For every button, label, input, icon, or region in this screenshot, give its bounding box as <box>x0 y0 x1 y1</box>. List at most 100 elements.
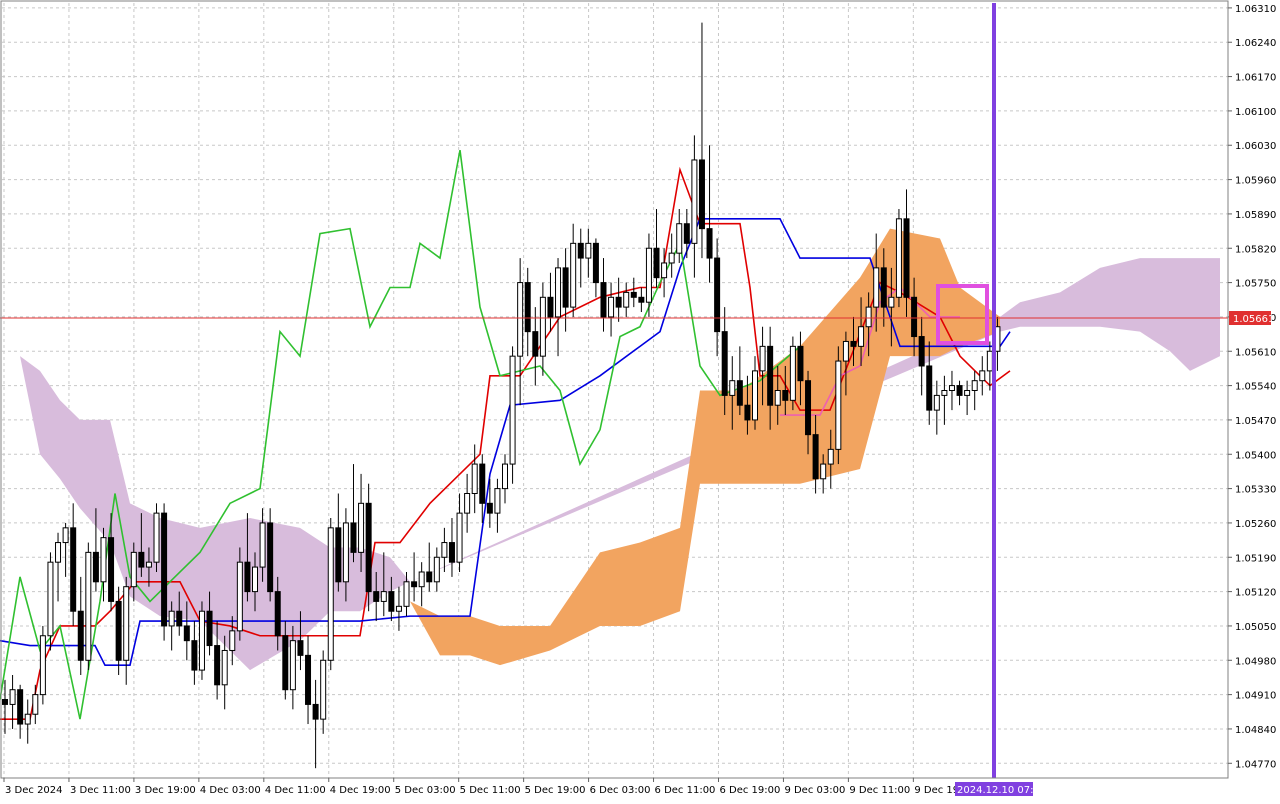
candle-body <box>570 242 577 308</box>
y-tick-label: 1.05540 <box>1235 382 1276 393</box>
cursor-time-label: 2024.12.10 07:00 <box>957 785 1046 796</box>
candle-body <box>403 581 410 607</box>
candle-body <box>358 502 365 553</box>
candle-body <box>911 296 918 338</box>
candle-body <box>464 493 471 514</box>
candle-body <box>47 561 54 637</box>
chart-window[interactable]: 1.06310 1.06240 1.06170 1.06100 1.06030 1.059… <box>0 0 1280 800</box>
candle-body <box>502 463 508 490</box>
y-tick-label: 1.05120 <box>1235 588 1276 599</box>
candle-body <box>592 242 599 284</box>
y-tick-label: 1.04770 <box>1235 759 1276 770</box>
candle-body <box>441 542 448 558</box>
candle-body <box>865 306 872 328</box>
candle <box>85 542 92 671</box>
x-tick-label: 4 Dec 19:00 <box>330 785 391 796</box>
x-tick-label: 6 Dec 03:00 <box>590 785 651 796</box>
candle-body <box>198 610 205 671</box>
candle-body <box>380 591 387 602</box>
candle-body <box>736 380 743 406</box>
y-tick-label: 1.05820 <box>1235 244 1276 255</box>
candle-body <box>267 522 274 593</box>
candle-body <box>835 360 842 450</box>
candle-body <box>577 242 584 259</box>
candle-body <box>956 385 963 396</box>
candle-body <box>948 385 955 392</box>
candle <box>895 209 902 308</box>
candle-body <box>539 296 546 357</box>
candle-body <box>494 488 501 514</box>
candle-body <box>555 267 562 318</box>
x-tick-label: 4 Dec 03:00 <box>200 785 261 796</box>
y-tick-label: 1.04980 <box>1235 656 1276 667</box>
candle <box>153 503 160 572</box>
x-tick-label: 9 Dec 11:00 <box>849 785 910 796</box>
candle-body <box>698 159 705 230</box>
candle-body <box>820 463 827 480</box>
cursor-time-tag: 2024.12.10 07:00 <box>955 782 1046 796</box>
candle-body <box>85 551 92 661</box>
candle <box>161 503 168 641</box>
candle-body <box>562 267 569 308</box>
candle-body <box>145 561 152 568</box>
candle-body <box>395 605 402 612</box>
candle-body <box>721 331 728 396</box>
candle-body <box>903 218 910 298</box>
candle-body <box>123 586 130 661</box>
candle-body <box>373 591 380 602</box>
x-tick-label: 6 Dec 19:00 <box>719 785 780 796</box>
candle-body <box>842 340 849 362</box>
current-price-tag: 1.05661 <box>1229 311 1274 325</box>
x-tick-label: 4 Dec 11:00 <box>265 785 326 796</box>
y-tick-label: 1.06240 <box>1235 38 1276 49</box>
candle-body <box>812 434 819 480</box>
candle-body <box>979 370 986 382</box>
candle-body <box>645 247 652 303</box>
candle-body <box>418 571 425 588</box>
candle-body <box>342 522 349 583</box>
candle-body <box>168 610 175 627</box>
candle-body <box>456 512 463 563</box>
candle-body <box>289 640 296 691</box>
candle-body <box>229 630 236 651</box>
candle-body <box>759 345 766 372</box>
price-chart[interactable]: 1.06310 1.06240 1.06170 1.06100 1.06030 1.059… <box>0 0 1280 800</box>
candle-body <box>92 551 99 583</box>
candle-body <box>683 223 690 244</box>
candle-body <box>623 291 630 308</box>
candle-body <box>17 689 24 725</box>
candle-body <box>161 512 168 627</box>
candle-body <box>630 291 637 298</box>
candle-body <box>312 703 319 720</box>
x-tick-label: 5 Dec 03:00 <box>395 785 456 796</box>
x-tick-label: 3 Dec 2024 <box>5 785 63 796</box>
candle-body <box>426 571 433 583</box>
candle-body <box>305 654 312 705</box>
y-tick-label: 1.05470 <box>1235 416 1276 427</box>
y-tick-label: 1.05190 <box>1235 553 1276 564</box>
candle-body <box>221 649 228 686</box>
candle-body <box>827 448 834 465</box>
candle-body <box>388 591 395 612</box>
y-tick-label: 1.05260 <box>1235 519 1276 530</box>
candle-body <box>327 527 334 661</box>
candle-body <box>933 394 940 411</box>
candle-body <box>62 527 69 544</box>
candle-body <box>615 296 622 308</box>
candle-body <box>964 390 971 396</box>
candle-body <box>805 380 812 436</box>
candle-body <box>24 713 31 725</box>
candle-body <box>153 512 160 563</box>
candle-body <box>797 345 804 382</box>
candle-body <box>547 296 554 318</box>
candle-body <box>850 340 857 347</box>
y-tick-label: 1.05960 <box>1235 176 1276 187</box>
y-tick-label: 1.06030 <box>1235 141 1276 152</box>
candle-body <box>297 640 304 656</box>
y-tick-label: 1.04910 <box>1235 691 1276 702</box>
candle-body <box>39 635 46 696</box>
candle-body <box>661 262 668 279</box>
candle <box>509 346 516 484</box>
candle-body <box>676 223 683 254</box>
y-tick-label: 1.06170 <box>1235 73 1276 84</box>
